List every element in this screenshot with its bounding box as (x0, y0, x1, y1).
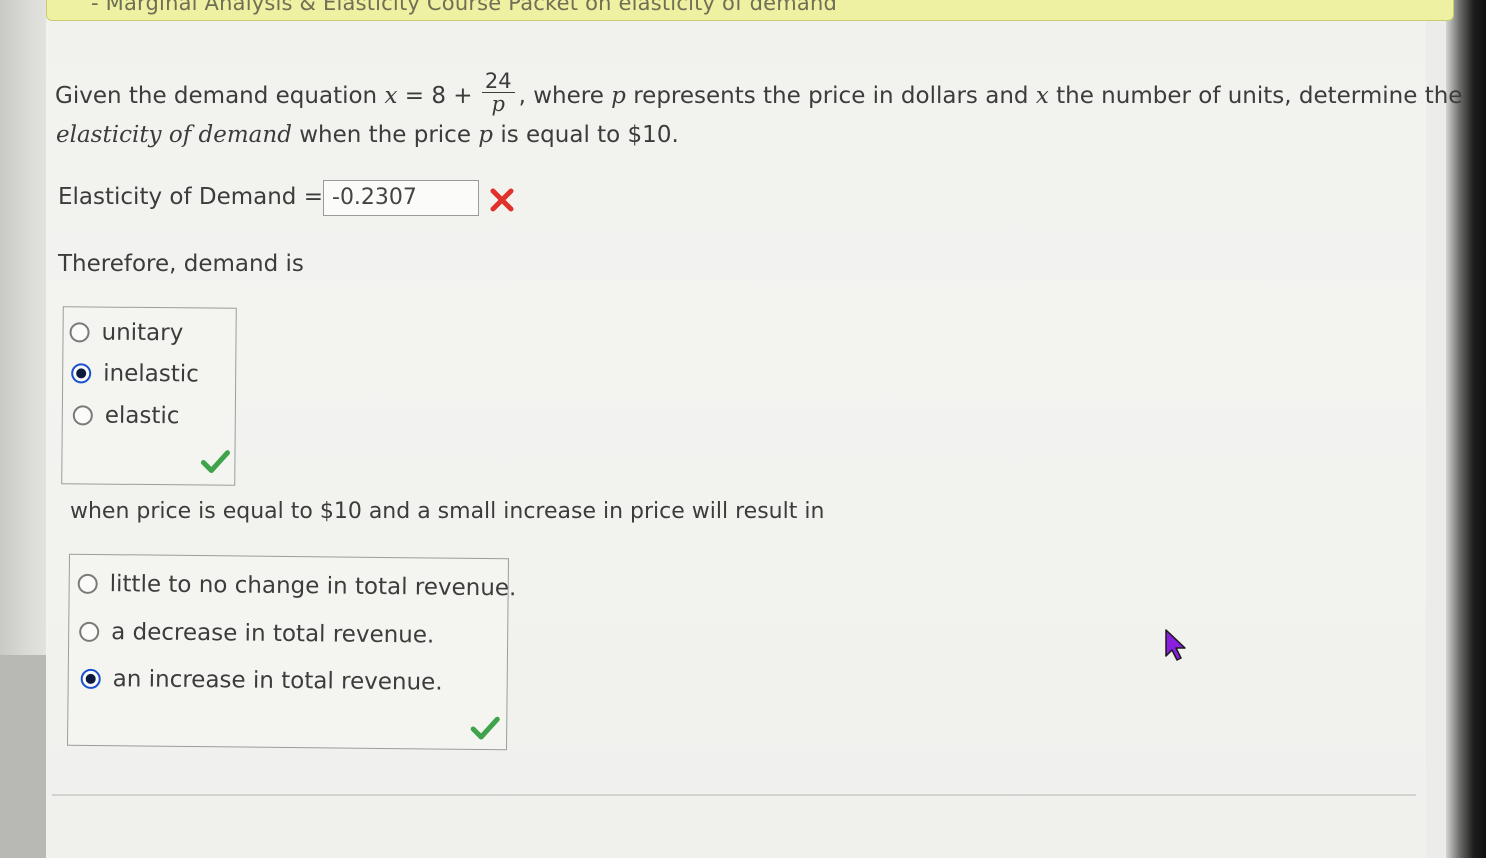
assignment-header-bar[interactable]: - Marginal Analysis & Elasticity Course … (46, 0, 1454, 21)
option-label: a decrease in total revenue. (111, 619, 435, 649)
revenue-options-box: little to no change in total revenue. a … (67, 553, 516, 751)
question-text: represents the price in dollars and (625, 83, 1036, 109)
option-no-change[interactable]: little to no change in total revenue. (77, 571, 517, 602)
variable-x: x (384, 83, 398, 109)
mouse-cursor-icon (1165, 629, 1186, 661)
correct-check-icon (470, 716, 500, 740)
option-increase[interactable]: an increase in total revenue. (80, 666, 443, 696)
question-text: Given the demand equation (55, 83, 378, 109)
screen: - Marginal Analysis & Elasticity Course … (0, 0, 1486, 858)
option-label: unitary (101, 319, 184, 347)
question-text: the number of units, determine the (1048, 83, 1463, 109)
option-elastic[interactable]: elastic (72, 402, 180, 430)
radio-inelastic-selected[interactable] (71, 363, 92, 384)
elasticity-label: Elasticity of Demand = (58, 184, 323, 210)
radio-elastic[interactable] (72, 405, 93, 426)
option-label: elastic (104, 402, 180, 430)
radio-no-change[interactable] (77, 573, 98, 595)
section-divider (52, 794, 1416, 796)
option-decrease[interactable]: a decrease in total revenue. (79, 619, 434, 649)
option-unitary[interactable]: unitary (69, 319, 183, 346)
variable-p: p (478, 122, 494, 148)
elasticity-term: elasticity of demand (56, 122, 292, 148)
variable-p: p (611, 83, 626, 109)
question-text: , where (518, 83, 612, 109)
question-text: is equal to $10. (493, 122, 679, 148)
incorrect-x-icon (490, 188, 514, 212)
revenue-prompt: when price is equal to $10 and a small i… (70, 499, 825, 524)
elasticity-answer-field[interactable]: -0.2307 (323, 180, 479, 216)
question-text: when the price (291, 122, 479, 148)
correct-check-icon (200, 450, 231, 474)
question-line-2: elasticity of demand when the price p is… (56, 122, 679, 148)
option-inelastic[interactable]: inelastic (71, 360, 199, 387)
radio-increase-selected[interactable] (80, 668, 101, 690)
option-label: little to no change in total revenue. (109, 571, 517, 602)
radio-decrease[interactable] (79, 621, 100, 643)
fraction-numerator: 24 (481, 70, 515, 93)
fraction: 24 p (481, 70, 515, 116)
monitor-edge (1446, 0, 1486, 858)
demand-type-options-box: unitary inelastic elastic (61, 306, 237, 486)
question-line-1: Given the demand equation x = 8 + 24 p, w… (55, 70, 1463, 119)
fraction-denominator: p (491, 92, 505, 116)
assignment-title: - Marginal Analysis & Elasticity Course … (91, 0, 837, 15)
radio-unitary[interactable] (69, 322, 90, 343)
left-margin (0, 0, 46, 858)
left-margin-band (0, 655, 46, 858)
variable-x: x (1035, 83, 1049, 109)
option-label: inelastic (103, 360, 199, 388)
option-label: an increase in total revenue. (112, 666, 443, 696)
equation-text: = 8 + (397, 83, 480, 109)
therefore-label: Therefore, demand is (58, 251, 304, 277)
